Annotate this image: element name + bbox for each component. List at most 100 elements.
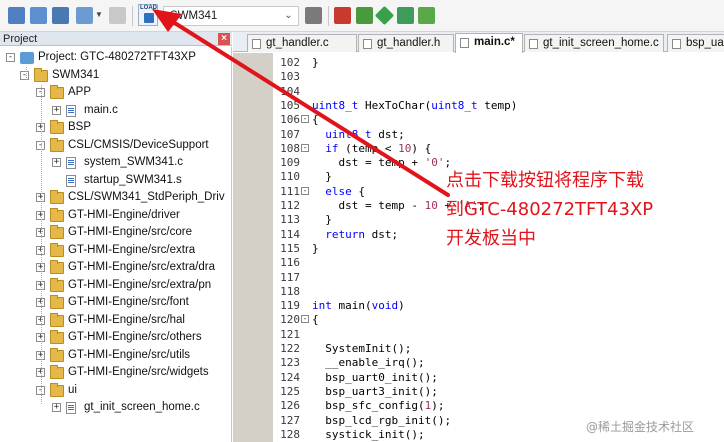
tree-item-label: GT-HMI-Engine/src/others <box>68 331 202 343</box>
folder-icon <box>50 137 64 152</box>
select-device-icon[interactable] <box>397 7 414 24</box>
tree-folder[interactable]: +GT-HMI-Engine/src/extra/dra <box>0 259 231 277</box>
project-tree: -Project: GTC-480272TFT43XP-SWM341-APP+m… <box>0 47 232 442</box>
tree-item-label: APP <box>68 86 92 98</box>
translate-icon[interactable] <box>8 7 25 24</box>
code-line: else { <box>325 184 365 198</box>
tree-item-label: CSL/SWM341_StdPeriph_Driv <box>68 191 225 203</box>
file-icon <box>66 104 76 117</box>
manage-components-icon[interactable] <box>334 7 351 24</box>
code-line: { <box>312 313 319 327</box>
file-icon <box>66 174 76 187</box>
editor-tab[interactable]: main.c* <box>455 33 523 53</box>
tree-folder[interactable]: -CSL/CMSIS/DeviceSupport <box>0 137 231 155</box>
tree-folder[interactable]: +GT-HMI-Engine/src/font <box>0 294 231 312</box>
tree-folder[interactable]: - SWM341 <box>0 67 231 85</box>
folder-icon <box>50 225 64 239</box>
collapse-icon[interactable]: - <box>20 70 29 80</box>
editor-tab[interactable]: gt_init_screen_home.c <box>524 34 664 52</box>
tree-file[interactable]: + gt_init_screen_home.c <box>0 399 231 417</box>
fold-toggle-icon[interactable]: - <box>301 115 309 124</box>
project-panel-header: Project × <box>0 32 232 46</box>
target-options-icon[interactable] <box>305 7 322 24</box>
tree-folder[interactable]: +GT-HMI-Engine/src/widgets <box>0 364 231 382</box>
stop-build-icon[interactable] <box>109 7 126 24</box>
folder-icon <box>50 347 64 362</box>
tree-folder[interactable]: +CSL/SWM341_StdPeriph_Driv <box>0 189 231 207</box>
tree-item-label: main.c <box>84 103 118 116</box>
tree-file[interactable]: + main.c <box>0 102 231 120</box>
expand-icon[interactable]: + <box>52 403 61 412</box>
pack-installer-icon[interactable] <box>356 7 373 24</box>
code-line: bsp_uart3_init(); <box>312 384 438 398</box>
tree-item-label: GT-HMI-Engine/src/core <box>68 226 192 238</box>
collapse-icon[interactable]: - <box>6 53 15 62</box>
tree-folder[interactable]: +GT-HMI-Engine/src/hal <box>0 312 231 330</box>
file-icon <box>66 402 76 414</box>
rebuild-icon[interactable] <box>52 7 69 24</box>
tree-folder[interactable]: +BSP <box>0 119 231 137</box>
fold-column: - - - - <box>300 53 310 442</box>
editor-tab[interactable]: gt_handler.h <box>358 34 454 52</box>
file-icon <box>363 39 372 49</box>
line-number: 112 <box>280 199 300 212</box>
tree-folder[interactable]: +GT-HMI-Engine/driver <box>0 207 231 225</box>
tree-item-label: Project: GTC-480272TFT43XP <box>38 51 196 63</box>
tree-folder[interactable]: -APP <box>0 84 231 102</box>
tree-folder[interactable]: +GT-HMI-Engine/src/extra <box>0 242 231 260</box>
tree-item-label: GT-HMI-Engine/src/utils <box>68 348 191 361</box>
tree-file[interactable]: startup_SWM341.s <box>0 172 231 190</box>
tree-item-label: GT-HMI-Engine/src/font <box>68 296 189 308</box>
editor-tab-label: gt_init_screen_home.c <box>543 37 659 49</box>
folder-icon <box>50 260 64 274</box>
tree-folder[interactable]: +GT-HMI-Engine/src/extra/pn <box>0 277 231 295</box>
folder-icon <box>50 242 64 257</box>
fold-toggle-icon[interactable]: - <box>301 143 309 152</box>
editor-tabbar: gt_handler.c gt_handler.h main.c* gt_init_s… <box>233 32 724 53</box>
line-number: 113 <box>280 213 300 227</box>
build-icon[interactable] <box>30 7 47 24</box>
folder-icon <box>50 295 64 309</box>
download-button[interactable]: LOAD <box>138 4 158 26</box>
code-line: bsp_sfc_config(1); <box>312 399 445 413</box>
tree-item-label: BSP <box>68 121 92 133</box>
tree-file[interactable]: + system_SWM341.c <box>0 154 231 172</box>
folder-icon <box>50 277 64 292</box>
line-number: 125 <box>280 384 300 398</box>
tree-item-label: GT-HMI-Engine/src/widgets <box>68 366 209 378</box>
toolbar-separator <box>132 6 133 26</box>
code-line: } <box>312 56 319 69</box>
software-packs-icon[interactable] <box>418 7 435 24</box>
tree-project[interactable]: - Project: GTC-480272TFT43XP <box>0 49 231 67</box>
target-select[interactable]: SWM341 ⌄ <box>163 6 299 26</box>
fold-toggle-icon[interactable]: - <box>301 186 309 195</box>
code-line: dst = temp + '0'; <box>312 156 452 170</box>
expand-icon[interactable]: + <box>52 105 61 115</box>
annotation-line-3: 开发板当中 <box>446 228 536 249</box>
file-icon <box>529 39 538 49</box>
fold-toggle-icon[interactable]: - <box>301 315 309 324</box>
code-line: { <box>312 113 319 127</box>
tree-item-label: GT-HMI-Engine/driver <box>68 208 180 221</box>
tree-folder[interactable]: -ui <box>0 382 231 400</box>
expand-icon[interactable]: + <box>52 158 61 167</box>
green-diamond-icon[interactable] <box>374 5 395 26</box>
file-icon <box>66 157 76 169</box>
toolbar: ▼ LOAD SWM341 ⌄ <box>0 0 724 32</box>
code-line: } <box>312 213 332 227</box>
tree-folder[interactable]: +GT-HMI-Engine/src/core <box>0 224 231 242</box>
line-number: 108 <box>280 141 300 155</box>
tree-folder[interactable]: +GT-HMI-Engine/src/others <box>0 329 231 347</box>
line-number: 118 <box>280 284 300 298</box>
batch-build-icon[interactable] <box>76 7 93 24</box>
tree-item-label: GT-HMI-Engine/src/extra/pn <box>68 278 212 291</box>
tree-folder[interactable]: +GT-HMI-Engine/src/utils <box>0 347 231 365</box>
close-icon[interactable]: × <box>218 33 230 45</box>
folder-icon <box>50 382 64 397</box>
dropdown-arrow-icon[interactable]: ▼ <box>95 10 103 19</box>
chevron-down-icon[interactable]: ⌄ <box>282 9 295 23</box>
line-number: 117 <box>280 270 300 284</box>
tree-item-label: GT-HMI-Engine/src/extra <box>68 243 196 256</box>
editor-tab[interactable]: gt_handler.c <box>247 34 357 52</box>
editor-tab[interactable]: bsp_uar <box>667 34 724 52</box>
